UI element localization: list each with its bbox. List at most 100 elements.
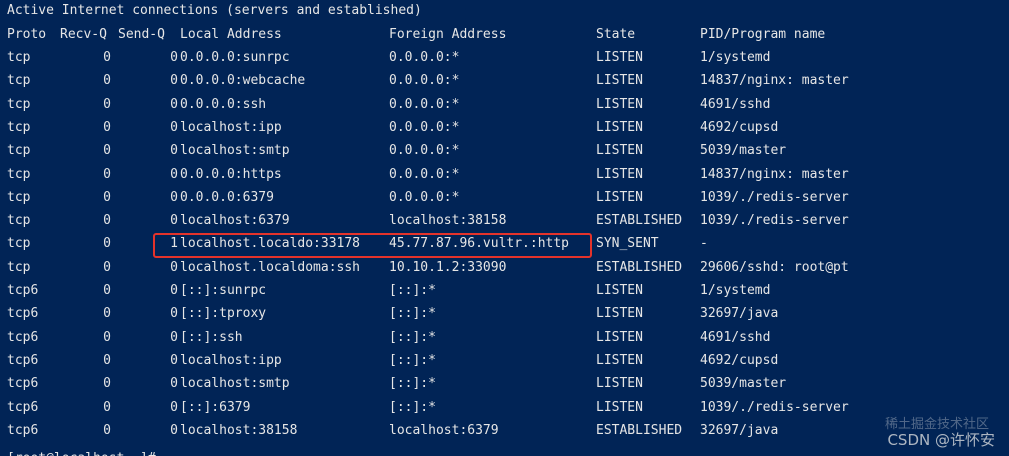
cell-send-q: 0 xyxy=(170,352,178,368)
cell-foreign-address: 0.0.0.0:* xyxy=(389,96,460,112)
cell-proto: tcp6 xyxy=(7,329,39,345)
cell-state: LISTEN xyxy=(596,189,643,205)
cell-recv-q: 0 xyxy=(103,376,111,392)
cell-send-q: 0 xyxy=(170,166,178,182)
cell-foreign-address: [::]:* xyxy=(389,376,436,392)
cell-foreign-address: [::]:* xyxy=(389,352,436,368)
table-row: tcp 0 0 0.0.0.0:https 0.0.0.0:* LISTEN 14837/n… xyxy=(7,166,1007,184)
header-foreign-address: Foreign Address xyxy=(389,27,507,42)
cell-recv-q: 0 xyxy=(103,422,111,438)
cell-pid-program: 29606/sshd: root@pt xyxy=(700,259,849,275)
cell-local-address: localhost:ipp xyxy=(180,352,282,368)
table-row: tcp 0 0 0.0.0.0:ssh 0.0.0.0:* LISTEN 4691/sshd xyxy=(7,96,1007,114)
cell-state: LISTEN xyxy=(596,329,643,345)
cell-recv-q: 0 xyxy=(103,259,111,275)
cell-proto: tcp xyxy=(7,166,31,182)
cell-state: LISTEN xyxy=(596,283,643,298)
cell-state: SYN_SENT xyxy=(596,236,659,252)
header-send-q: Send-Q xyxy=(118,27,165,42)
cell-recv-q: 0 xyxy=(103,352,111,368)
shell-prompt: [root@localhost ~]# xyxy=(7,450,156,456)
cell-recv-q: 0 xyxy=(103,283,111,298)
cell-foreign-address: 0.0.0.0:* xyxy=(389,189,460,205)
cell-send-q: 0 xyxy=(170,119,178,135)
cell-proto: tcp xyxy=(7,119,31,135)
table-row: tcp6 0 0 [::]:ssh [::]:* LISTEN 4691/sshd xyxy=(7,329,1007,347)
watermark-csdn: CSDN @许怀安 xyxy=(887,431,995,449)
cell-local-address: localhost.localdoma:ssh xyxy=(180,259,361,275)
cell-pid-program: 32697/java xyxy=(700,422,779,438)
cell-proto: tcp xyxy=(7,236,31,252)
cell-foreign-address: [::]:* xyxy=(389,399,436,415)
cell-send-q: 0 xyxy=(170,50,178,65)
table-row: tcp 0 0 localhost:ipp 0.0.0.0:* LISTEN 4692/cu… xyxy=(7,119,1007,137)
cell-proto: tcp6 xyxy=(7,376,39,392)
cell-local-address: [::]:tproxy xyxy=(180,306,267,322)
cell-proto: tcp xyxy=(7,96,31,112)
cell-proto: tcp xyxy=(7,213,31,229)
cell-pid-program: 1/systemd xyxy=(700,50,771,65)
cell-recv-q: 0 xyxy=(103,119,111,135)
cell-send-q: 0 xyxy=(170,213,178,229)
table-row: tcp6 0 0 localhost:ipp [::]:* LISTEN 4692/cups… xyxy=(7,352,1007,370)
cell-local-address: [::]:ssh xyxy=(180,329,243,345)
table-row: tcp6 0 0 [::]:sunrpc [::]:* LISTEN 1/systemd xyxy=(7,282,1007,300)
table-row: tcp 0 0 localhost:smtp 0.0.0.0:* LISTEN 5039/m… xyxy=(7,142,1007,160)
cell-send-q: 0 xyxy=(170,73,178,89)
table-row: tcp6 0 0 localhost:smtp [::]:* LISTEN 5039/mas… xyxy=(7,375,1007,393)
cell-state: LISTEN xyxy=(596,143,643,159)
cell-recv-q: 0 xyxy=(103,143,111,159)
cell-local-address: localhost:smtp xyxy=(180,143,290,159)
cell-pid-program: 32697/java xyxy=(700,306,779,322)
cell-proto: tcp6 xyxy=(7,422,39,438)
table-row: tcp 0 0 0.0.0.0:6379 0.0.0.0:* LISTEN 1039/./r… xyxy=(7,189,1007,207)
cell-state: LISTEN xyxy=(596,352,643,368)
cell-recv-q: 0 xyxy=(103,329,111,345)
table-header: Proto Recv-Q Send-Q Local Address Foreig… xyxy=(7,26,1007,44)
cell-pid-program: - xyxy=(700,236,708,252)
cell-local-address: [::]:6379 xyxy=(180,399,251,415)
cell-foreign-address: 0.0.0.0:* xyxy=(389,50,460,65)
cell-foreign-address: 10.10.1.2:33090 xyxy=(389,259,507,275)
cell-local-address: localhost:ipp xyxy=(180,119,282,135)
cell-proto: tcp6 xyxy=(7,352,39,368)
cell-foreign-address: 0.0.0.0:* xyxy=(389,166,460,182)
cell-recv-q: 0 xyxy=(103,73,111,89)
cell-state: LISTEN xyxy=(596,50,643,65)
cell-send-q: 0 xyxy=(170,399,178,415)
cell-local-address: 0.0.0.0:sunrpc xyxy=(180,50,290,65)
cell-local-address: 0.0.0.0:webcache xyxy=(180,73,306,89)
cell-recv-q: 0 xyxy=(103,399,111,415)
cell-local-address: [::]:sunrpc xyxy=(180,283,267,298)
cell-send-q: 0 xyxy=(170,189,178,205)
cell-recv-q: 0 xyxy=(103,189,111,205)
cell-pid-program: 1039/./redis-server xyxy=(700,189,849,205)
cell-send-q: 0 xyxy=(170,143,178,159)
cell-state: LISTEN xyxy=(596,399,643,415)
cell-proto: tcp6 xyxy=(7,399,39,415)
cell-state: LISTEN xyxy=(596,96,643,112)
cell-pid-program: 4692/cupsd xyxy=(700,119,779,135)
cell-pid-program: 4691/sshd xyxy=(700,96,771,112)
cell-pid-program: 4691/sshd xyxy=(700,329,771,345)
cell-state: LISTEN xyxy=(596,166,643,182)
table-row: tcp 0 0 0.0.0.0:sunrpc 0.0.0.0:* LISTEN 1/syst… xyxy=(7,49,1007,67)
table-row: tcp 0 0 localhost:6379 localhost:38158 ESTABL… xyxy=(7,212,1007,230)
table-row: tcp 0 0 localhost.localdoma:ssh 10.10.1.2:33… xyxy=(7,259,1007,277)
cell-proto: tcp xyxy=(7,189,31,205)
cell-state: LISTEN xyxy=(596,306,643,322)
cell-send-q: 0 xyxy=(170,96,178,112)
cell-recv-q: 0 xyxy=(103,306,111,322)
cell-local-address: 0.0.0.0:ssh xyxy=(180,96,267,112)
cell-state: LISTEN xyxy=(596,73,643,89)
header-proto: Proto xyxy=(7,27,47,42)
cell-pid-program: 1039/./redis-server xyxy=(700,213,849,229)
cell-recv-q: 0 xyxy=(103,166,111,182)
terminal-window[interactable]: Active Internet connections (servers and… xyxy=(0,0,1009,456)
cell-local-address: localhost:38158 xyxy=(180,422,298,438)
cell-foreign-address: [::]:* xyxy=(389,329,436,345)
cell-proto: tcp xyxy=(7,50,31,65)
table-row: tcp6 0 0 [::]:6379 [::]:* LISTEN 1039/./redis-… xyxy=(7,399,1007,417)
header-pid-program: PID/Program name xyxy=(700,27,826,42)
cell-proto: tcp6 xyxy=(7,283,39,298)
